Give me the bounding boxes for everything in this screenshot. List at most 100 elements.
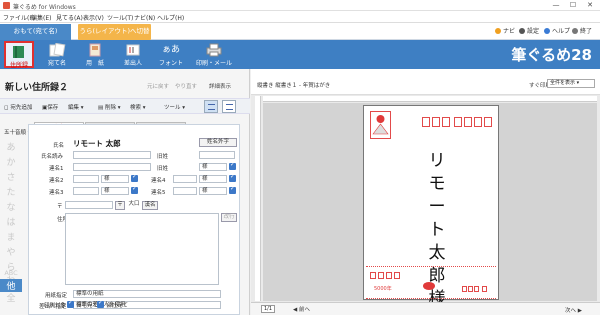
search-button[interactable]: 検索 ▾ xyxy=(130,103,146,111)
page-indicator: 1/1 xyxy=(261,305,275,313)
list-view-toggle[interactable] xyxy=(222,100,236,113)
index-sa[interactable]: さ xyxy=(0,170,22,183)
joint5-checkbox[interactable] xyxy=(229,185,236,194)
index-na[interactable]: な xyxy=(0,200,22,213)
horizontal-ruler xyxy=(263,96,597,102)
sender-button[interactable]: 差出人 xyxy=(118,41,148,68)
save-label: 保存 xyxy=(47,105,59,111)
card-view-toggle[interactable] xyxy=(204,100,218,113)
joint3-field[interactable] xyxy=(73,187,99,195)
new-year-stamp-icon xyxy=(372,115,389,135)
back-side-switch-button[interactable]: うら(レイアウト)へ切替 xyxy=(78,24,151,40)
tools-menu-button[interactable]: ツール ▾ xyxy=(164,103,185,111)
exit-button[interactable]: 終了 xyxy=(572,26,592,35)
old-name-label: 旧姓 xyxy=(157,154,169,160)
address-book-icon xyxy=(13,46,24,58)
joint2-checkbox[interactable] xyxy=(131,173,138,182)
joint5-honorific-select[interactable]: 様 xyxy=(199,187,227,195)
menu-navi[interactable]: ナビ(N) xyxy=(134,13,155,22)
save-button[interactable]: ▣保存 xyxy=(42,103,58,111)
newline-button[interactable]: 改行 xyxy=(221,213,237,222)
title-bar: 筆ぐるめ for Windows — ☐ ✕ xyxy=(0,0,600,11)
joint5-field[interactable] xyxy=(173,187,197,195)
index-ta[interactable]: た xyxy=(0,185,22,198)
redo-button[interactable]: やり直す xyxy=(175,82,197,90)
preview-status-bar: 1/1 ◀ 前へ 次へ ▶ xyxy=(251,302,600,315)
add-recipient-label: 宛先追加 xyxy=(10,105,33,111)
zip-box-7 xyxy=(484,117,492,127)
address-toolbar: ◻ 宛先追加 ▣保存 編集 ▾ ▤ 削除 ▾ 検索 ▾ ツール ▾ xyxy=(0,98,250,114)
old-name2-label: 旧姓 xyxy=(157,166,169,172)
minimize-button[interactable]: — xyxy=(548,1,564,9)
mode-bar: おもて(宛て名) うら(レイアウト)へ切替 ナビ 設定 ヘルプ 終了 xyxy=(0,23,600,40)
postcard-preview[interactable]: リ モ ー ト 太 郎 様 5000年 xyxy=(363,105,499,309)
old-name-field[interactable] xyxy=(199,151,235,159)
menu-view-items[interactable]: 見てる(A) xyxy=(56,13,83,22)
address-book-button[interactable]: 住所録 xyxy=(4,41,34,69)
menu-help[interactable]: ヘルプ(H) xyxy=(157,13,184,22)
address-book-label: 住所録 xyxy=(9,62,28,69)
zip-lookup-button[interactable]: 〒 xyxy=(115,201,125,210)
joint2-honorific-select[interactable]: 様 xyxy=(101,175,129,183)
address-form: 氏名 リモート 太郎 姓名外字 氏名読み 旧姓 連名1 旧姓 様 連名2 様 連… xyxy=(28,124,240,315)
display-filter-select[interactable]: 全件を表示 ▾ xyxy=(547,79,595,88)
menu-tools[interactable]: ツール(T) xyxy=(107,13,133,22)
index-ka[interactable]: か xyxy=(0,155,22,168)
joint4-honorific-select[interactable]: 様 xyxy=(199,175,227,183)
paper-select[interactable]: 標準の用紙 xyxy=(73,290,221,298)
ribbon: 住所録 宛て名 用 紙 差出人 ぁあ フォント 印刷・メール 筆ぐるめ28 xyxy=(0,40,600,69)
sender-small-box xyxy=(474,286,479,292)
prev-page-button[interactable]: ◀ 前へ xyxy=(293,305,310,313)
joint3-checkbox[interactable] xyxy=(131,185,138,194)
undo-button[interactable]: 元に戻す xyxy=(147,82,169,90)
menu-display[interactable]: 表示(V) xyxy=(83,13,104,22)
print-home-checkbox[interactable] xyxy=(67,299,74,308)
print-company-checkbox[interactable] xyxy=(97,299,104,308)
index-abc[interactable]: ABC xyxy=(0,269,22,277)
name-value[interactable]: リモート 太郎 xyxy=(73,138,121,149)
add-recipient-button[interactable]: ◻ 宛先追加 xyxy=(4,103,32,111)
paper-button[interactable]: 用 紙 xyxy=(80,41,110,68)
help-button[interactable]: ヘルプ xyxy=(544,26,570,35)
kanji-name-button[interactable]: 漢名 xyxy=(142,201,158,210)
honorific-select-main[interactable]: 様 xyxy=(199,163,227,171)
font-button[interactable]: ぁあ フォント xyxy=(156,41,186,68)
edit-menu-button[interactable]: 編集 ▾ xyxy=(68,103,84,111)
sort-order-select[interactable]: 五十音順 ▾ xyxy=(4,128,31,136)
window-title: 筆ぐるめ for Windows xyxy=(13,4,76,11)
joint4-checkbox[interactable] xyxy=(229,173,236,182)
close-button[interactable]: ✕ xyxy=(582,1,598,9)
print-mail-button[interactable]: 印刷・メール xyxy=(194,41,234,68)
recipient-button[interactable]: 宛て名 xyxy=(42,41,72,68)
brand-logo: 筆ぐるめ28 xyxy=(511,46,592,64)
menu-bar: ファイル(F) 編集(E) 見てる(A) 表示(V) ツール(T) ナビ(N) … xyxy=(0,11,600,23)
address-field[interactable] xyxy=(65,213,219,285)
menu-edit[interactable]: 編集(E) xyxy=(31,13,51,22)
settings-button[interactable]: 設定 xyxy=(519,26,539,35)
large-office-button[interactable]: 大口 xyxy=(127,201,141,210)
index-a[interactable]: あ xyxy=(0,140,22,153)
joint2-field[interactable] xyxy=(73,175,99,183)
name-kana-field[interactable] xyxy=(73,151,151,159)
maximize-button[interactable]: ☐ xyxy=(565,1,581,9)
joint3-honorific-select[interactable]: 様 xyxy=(101,187,129,195)
index-all[interactable]: 全 xyxy=(0,291,22,304)
index-ya[interactable]: や xyxy=(0,245,22,258)
next-page-button[interactable]: 次へ ▶ xyxy=(565,306,582,314)
navi-button[interactable]: ナビ xyxy=(495,26,515,35)
index-ma[interactable]: ま xyxy=(0,230,22,243)
honorific-main-checkbox[interactable] xyxy=(229,161,236,170)
sender-small-box xyxy=(482,286,487,292)
joint4-field[interactable] xyxy=(173,175,197,183)
front-side-tab[interactable]: おもて(宛て名) xyxy=(0,24,71,40)
name-gaiji-button[interactable]: 姓名外字 xyxy=(199,138,237,147)
name-char: リ xyxy=(428,151,446,171)
postal-field[interactable] xyxy=(65,201,113,209)
zip-box-3 xyxy=(442,117,450,127)
delete-button[interactable]: ▤ 削除 ▾ xyxy=(98,103,120,111)
detail-view-button[interactable]: 詳細表示 xyxy=(209,82,231,90)
index-ha[interactable]: は xyxy=(0,215,22,228)
joint1-field[interactable] xyxy=(73,163,151,171)
sender-zip-text: 5000年 xyxy=(374,286,392,292)
print-home-label: 自宅宛て xyxy=(76,303,99,309)
